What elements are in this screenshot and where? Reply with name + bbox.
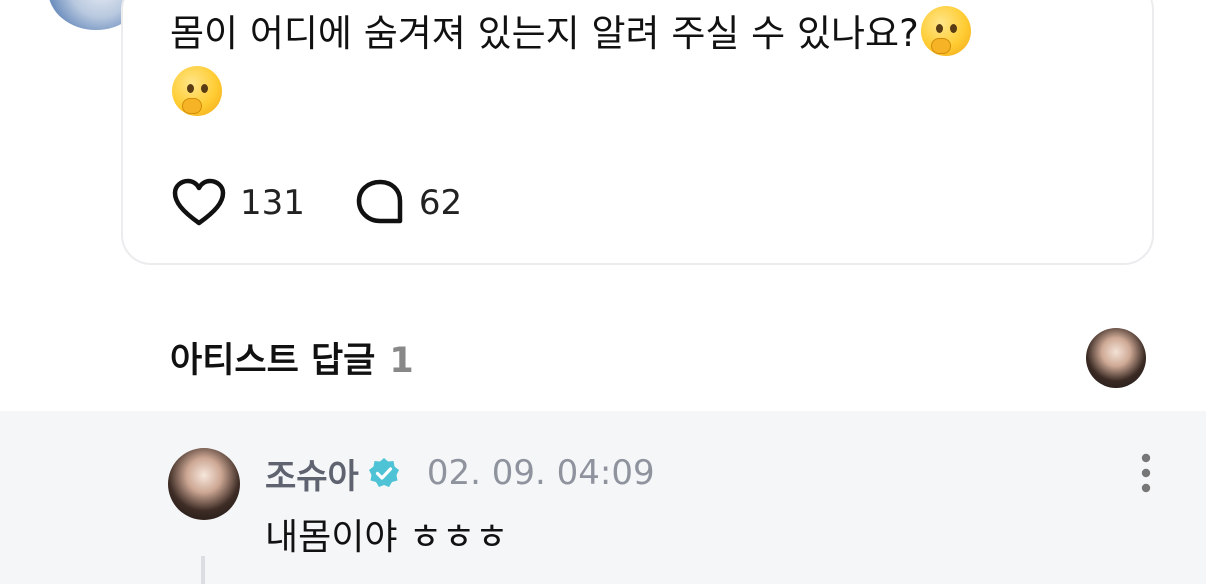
reply-count: 1: [389, 341, 414, 381]
reply-meta: 조슈아 02. 09. 04:09: [265, 448, 655, 498]
comment-count: 62: [418, 183, 463, 223]
thinking-face-emoji-icon: [920, 6, 971, 56]
like-count: 131: [240, 183, 305, 223]
artist-avatar[interactable]: [1086, 328, 1146, 388]
post-text: 몸이 어디에 숨겨져 있는지 알려 주실 수 있나요?: [170, 4, 1090, 124]
reply-text: 내몸이야 ㅎㅎㅎ: [265, 517, 509, 558]
thread-line: [201, 556, 205, 584]
post-body: 몸이 어디에 숨겨져 있는지 알려 주실 수 있나요?: [170, 12, 919, 55]
artist-replies-header: 아티스트 답글 1: [170, 332, 414, 383]
reply-author-name[interactable]: 조슈아: [265, 449, 359, 498]
section-title: 아티스트 답글: [170, 341, 376, 381]
more-options-button[interactable]: [1133, 452, 1159, 494]
comment-button[interactable]: 62: [355, 178, 462, 228]
like-button[interactable]: 131: [172, 178, 305, 228]
vertical-ellipsis-icon: [1141, 453, 1151, 493]
thinking-face-emoji-icon: [172, 66, 222, 116]
post-actions: 131 62: [172, 178, 512, 228]
reply-author-avatar[interactable]: [168, 448, 240, 520]
comment-bubble-icon: [356, 179, 403, 224]
heart-icon: [172, 178, 226, 226]
verified-badge-icon: [368, 458, 399, 487]
reply-timestamp: 02. 09. 04:09: [426, 453, 655, 493]
